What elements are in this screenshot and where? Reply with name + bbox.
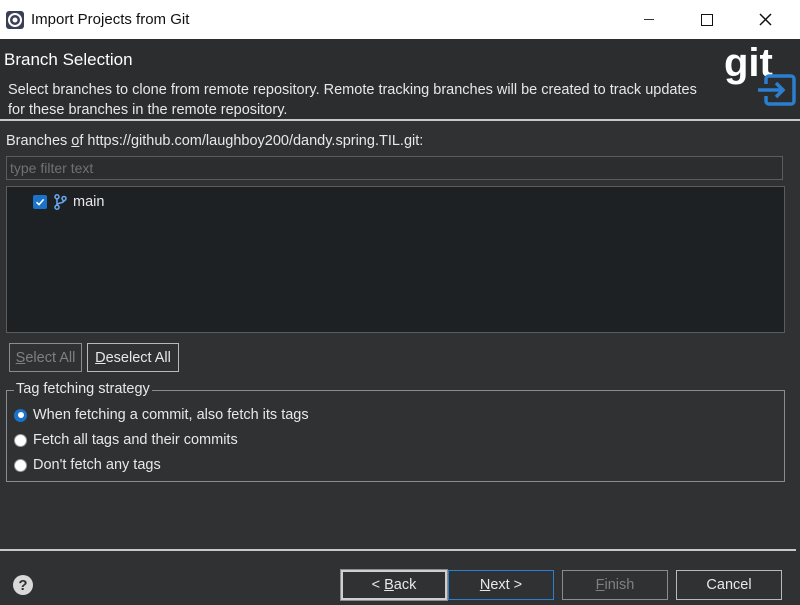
select-all-label: elect All bbox=[25, 349, 76, 366]
help-icon[interactable]: ? bbox=[12, 574, 34, 596]
page-description: Select branches to clone from remote rep… bbox=[8, 82, 697, 118]
branch-name: main bbox=[73, 194, 105, 210]
radio-button-selected[interactable] bbox=[14, 408, 27, 422]
radio-label: When fetching a commit, also fetch its t… bbox=[33, 407, 309, 423]
eclipse-app-icon bbox=[6, 11, 24, 29]
git-logo-icon: git bbox=[724, 41, 796, 106]
minimize-icon bbox=[644, 19, 654, 20]
select-all-mnemonic: S bbox=[15, 349, 26, 366]
footer-separator bbox=[0, 549, 796, 551]
deselect-all-mnemonic: D bbox=[95, 349, 106, 366]
select-all-button[interactable]: Select All bbox=[9, 343, 82, 372]
radio-fetch-all-tags[interactable]: Fetch all tags and their commits bbox=[14, 430, 238, 450]
minimize-button[interactable] bbox=[620, 0, 678, 39]
radio-button[interactable] bbox=[14, 433, 27, 447]
tag-fetching-legend: Tag fetching strategy bbox=[14, 381, 152, 397]
branch-checkbox[interactable] bbox=[33, 195, 47, 209]
branch-filter-input[interactable] bbox=[6, 156, 783, 180]
back-button[interactable]: < Back bbox=[340, 569, 448, 601]
branches-label-prefix: Branches bbox=[6, 133, 72, 149]
radio-label: Fetch all tags and their commits bbox=[33, 432, 238, 448]
radio-label: Don't fetch any tags bbox=[33, 457, 161, 473]
close-icon bbox=[758, 13, 772, 26]
next-button[interactable]: Next > bbox=[448, 570, 554, 600]
back-label: ack bbox=[393, 577, 417, 593]
checkmark-icon bbox=[35, 198, 45, 206]
finish-label: inish bbox=[604, 577, 635, 593]
radio-no-tags[interactable]: Don't fetch any tags bbox=[14, 455, 161, 475]
finish-mnemonic: F bbox=[595, 577, 605, 593]
window-title: Import Projects from Git bbox=[31, 11, 190, 28]
back-mnemonic: B bbox=[384, 577, 394, 593]
branch-item-main[interactable]: main bbox=[33, 191, 104, 213]
svg-text:?: ? bbox=[18, 577, 27, 594]
radio-button[interactable] bbox=[14, 458, 27, 472]
next-label: ext > bbox=[490, 577, 523, 593]
header-separator bbox=[0, 119, 800, 121]
deselect-all-button[interactable]: Deselect All bbox=[87, 343, 179, 372]
branches-label: Branches of https://github.com/laughboy2… bbox=[6, 133, 423, 149]
git-branch-icon bbox=[54, 194, 67, 210]
page-title: Branch Selection bbox=[4, 50, 133, 69]
radio-fetch-commit-tags[interactable]: When fetching a commit, also fetch its t… bbox=[14, 405, 309, 425]
branches-label-suffix: f https://github.com/laughboy200/dandy.s… bbox=[79, 133, 424, 149]
next-mnemonic: N bbox=[479, 577, 491, 593]
close-button[interactable] bbox=[736, 0, 794, 39]
branch-list[interactable]: main bbox=[6, 186, 785, 333]
back-prefix: < bbox=[371, 577, 385, 593]
deselect-all-label: eselect All bbox=[105, 349, 171, 366]
maximize-button[interactable] bbox=[678, 0, 736, 39]
title-bar[interactable]: Import Projects from Git bbox=[0, 0, 800, 39]
maximize-icon bbox=[701, 13, 713, 26]
cancel-button[interactable]: Cancel bbox=[676, 570, 782, 600]
finish-button[interactable]: Finish bbox=[562, 570, 668, 600]
